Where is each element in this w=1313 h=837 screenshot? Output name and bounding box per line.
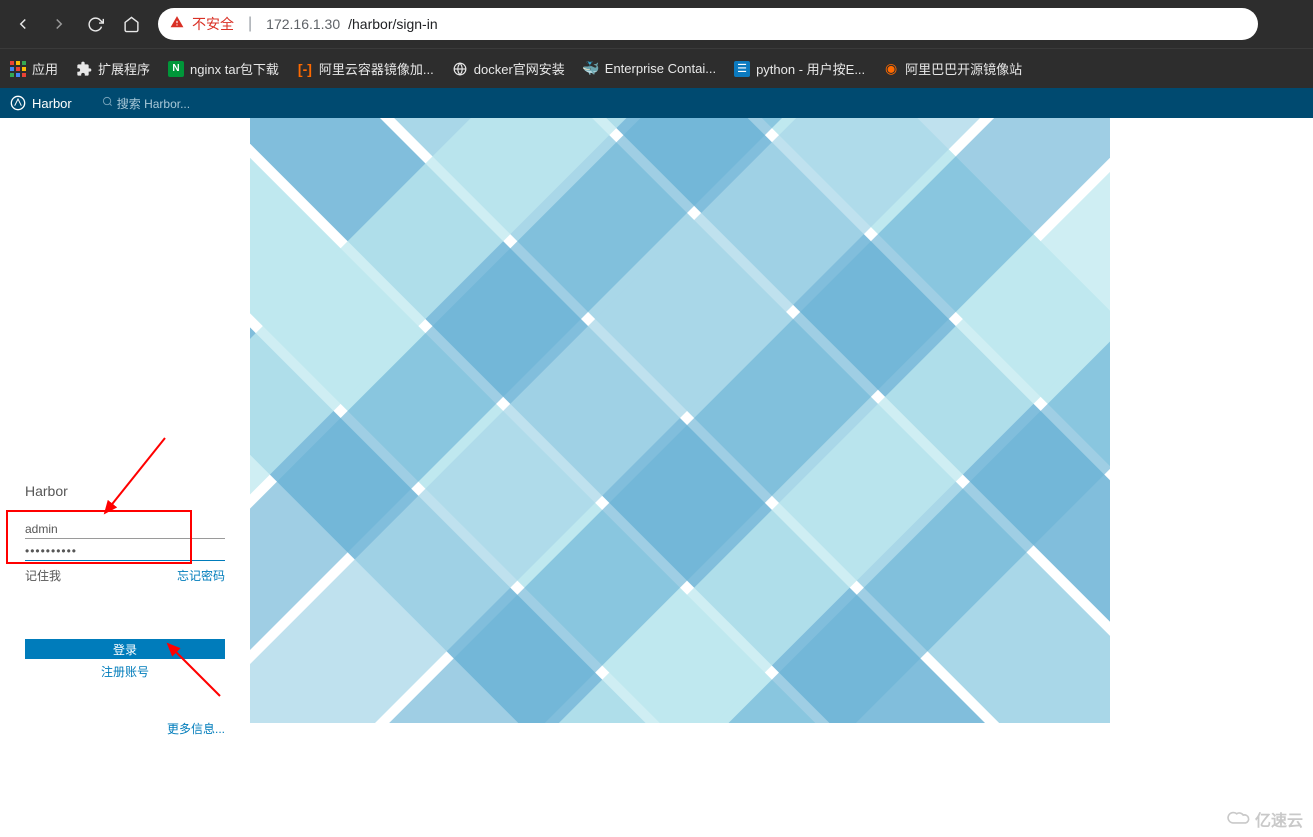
docker-icon: 🐳	[583, 61, 599, 77]
bookmark-bar: 应用 扩展程序 N nginx tar包下载 [-] 阿里云容器镜像加... d…	[0, 48, 1313, 88]
nginx-icon: N	[168, 61, 184, 77]
bookmark-enterprise-container[interactable]: 🐳 Enterprise Contai...	[583, 61, 716, 77]
stack-icon: ☰	[734, 61, 750, 77]
browser-toolbar: 不安全 | 172.16.1.30/harbor/sign-in	[0, 0, 1313, 48]
url-host: 172.16.1.30	[266, 16, 340, 32]
bookmark-python[interactable]: ☰ python - 用户按E...	[734, 59, 865, 78]
login-panel: Harbor admin •••••••••• 记住我 忘记密码 登录 注册账号…	[0, 118, 250, 837]
back-button[interactable]	[8, 9, 38, 39]
page-body: Harbor admin •••••••••• 记住我 忘记密码 登录 注册账号…	[0, 118, 1313, 837]
bookmark-nginx[interactable]: N nginx tar包下载	[168, 59, 279, 78]
harbor-search[interactable]: 搜索 Harbor...	[102, 95, 190, 112]
register-link[interactable]: 注册账号	[25, 663, 225, 680]
bookmark-aliyun-mirror[interactable]: [-] 阿里云容器镜像加...	[297, 59, 434, 78]
apps-button[interactable]: 应用	[10, 59, 58, 78]
harbor-logo[interactable]: Harbor	[10, 95, 72, 111]
password-input[interactable]: ••••••••••	[25, 539, 225, 561]
address-bar[interactable]: 不安全 | 172.16.1.30/harbor/sign-in	[158, 8, 1258, 40]
bookmark-extensions[interactable]: 扩展程序	[76, 59, 150, 78]
search-icon	[102, 96, 113, 110]
home-button[interactable]	[116, 9, 146, 39]
browser-chrome: 不安全 | 172.16.1.30/harbor/sign-in 应用 扩展程序…	[0, 0, 1313, 88]
globe-icon	[452, 61, 468, 77]
remember-me-label[interactable]: 记住我	[25, 567, 61, 584]
username-input[interactable]: admin	[25, 517, 225, 539]
reload-button[interactable]	[80, 9, 110, 39]
apps-icon	[10, 61, 26, 77]
login-button[interactable]: 登录	[25, 639, 225, 659]
url-path: /harbor/sign-in	[348, 16, 438, 32]
bookmark-docker-install[interactable]: docker官网安装	[452, 59, 565, 78]
bracket-icon: [-]	[297, 61, 313, 77]
ali-icon: ◉	[883, 61, 899, 77]
forgot-password-link[interactable]: 忘记密码	[177, 567, 225, 584]
watermark: 亿速云	[1225, 807, 1303, 831]
forward-button[interactable]	[44, 9, 74, 39]
insecure-icon	[170, 15, 184, 34]
puzzle-icon	[76, 61, 92, 77]
more-info-link[interactable]: 更多信息...	[25, 720, 225, 737]
login-title: Harbor	[25, 483, 225, 499]
bookmark-alibaba-mirror[interactable]: ◉ 阿里巴巴开源镜像站	[883, 59, 1022, 78]
background-pattern	[250, 118, 1313, 837]
insecure-label: 不安全	[192, 14, 234, 34]
harbor-header: Harbor 搜索 Harbor...	[0, 88, 1313, 118]
login-options: 记住我 忘记密码	[25, 567, 225, 584]
